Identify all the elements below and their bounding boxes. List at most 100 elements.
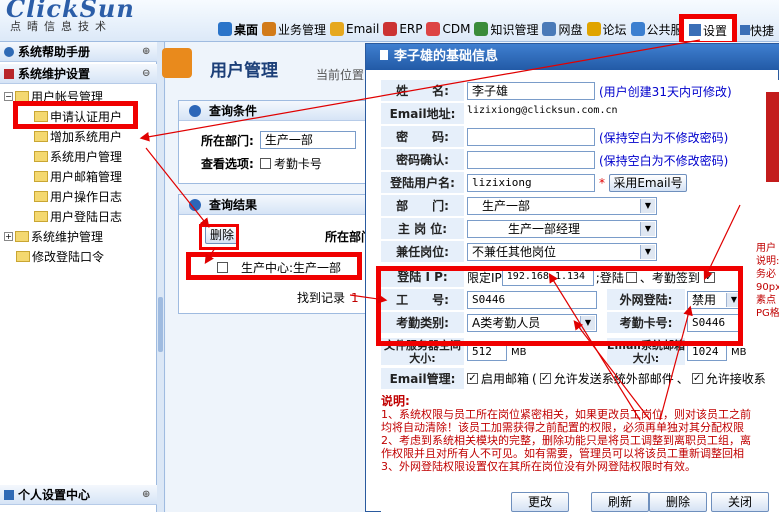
password-input[interactable] <box>467 128 595 146</box>
post-select[interactable]: 生产一部经理 <box>467 220 657 238</box>
help-manual-label: 系统帮助手册 <box>18 45 91 59</box>
ext-recv-checkbox[interactable]: ✓ <box>691 373 703 384</box>
query-panel-title: 查询条件 <box>209 104 258 118</box>
post-label: 主 岗 位: <box>381 218 464 240</box>
right-help-line: 务必 <box>756 269 776 280</box>
nav-item-7[interactable]: 论坛 <box>586 21 627 38</box>
explanation-line: 作权限并且对所有人不可见。如有需要，管理员可以将该员工重新调整回相 <box>381 447 744 460</box>
view-options-label: 查看选项: <box>201 157 254 171</box>
ext-send-label: 允许发送系统外部邮件 <box>553 372 674 386</box>
tree-change-password[interactable]: 修改登陆口令 <box>16 248 104 265</box>
tree-change-password-label: 修改登陆口令 <box>32 250 105 264</box>
found-label: 找到记录 <box>297 291 346 305</box>
title-icon <box>380 50 388 60</box>
folder-icon <box>34 191 48 202</box>
sidebar-splitter[interactable] <box>157 42 165 512</box>
modify-button[interactable]: 更改 <box>511 492 569 512</box>
nav-item-6[interactable]: 网盘 <box>542 21 583 38</box>
login-name-label: 登陆用户名: <box>381 172 464 194</box>
folder-icon <box>34 151 48 162</box>
dept-select[interactable]: 生产一部 <box>467 197 657 215</box>
system-maintain-header[interactable]: 系统维护设置 ⊖ <box>0 64 157 84</box>
query-panel-header: 查询条件 <box>179 101 377 121</box>
nav-item-1[interactable]: 业务管理 <box>262 21 326 38</box>
nav-item-label: 知识管理 <box>490 22 539 37</box>
nav-item-label: 论坛 <box>602 22 627 37</box>
email-value: lizixiong@clicksun.com.cn <box>467 105 618 116</box>
expand-icon[interactable]: ⊕ <box>142 490 152 500</box>
dept-filter-select[interactable]: 生产一部 <box>259 131 356 149</box>
right-help-line: PG格 <box>756 308 779 319</box>
dept-select-value: 生产一部 <box>482 199 531 213</box>
use-email-button[interactable]: 采用Email号 <box>609 174 687 192</box>
public-icon <box>630 22 645 36</box>
highlight-delete-button <box>199 224 239 250</box>
record-count: 找到记录 1 <box>297 289 359 306</box>
password-confirm-input[interactable] <box>467 151 595 169</box>
highlight-system-user-mgmt <box>13 101 138 129</box>
tree-collapse-icon[interactable]: − <box>4 92 13 101</box>
attcard-checkbox[interactable] <box>259 158 271 169</box>
nav-item-3[interactable]: ERP <box>383 22 422 36</box>
bullet-icon <box>189 199 201 211</box>
right-help-line: 说明: <box>756 256 779 267</box>
explanation-block: 说明: 1、系统权限与员工所在岗位紧密相关，如果更改员工岗位，则对该员工之前 均将… <box>381 395 779 487</box>
close-button[interactable]: 关闭 <box>711 492 769 512</box>
nav-item-5[interactable]: 知识管理 <box>474 21 538 38</box>
tree-item-5[interactable]: 用户登陆日志 <box>34 208 122 225</box>
personal-center-header[interactable]: 个人设置中心 ⊕ <box>0 485 157 505</box>
part-post-select[interactable]: 不兼任其他岗位 <box>467 243 657 261</box>
dept-filter-row: 所在部门: 生产一部 <box>201 131 356 149</box>
tree-item-2[interactable]: 系统用户管理 <box>34 148 122 165</box>
ext-send-checkbox[interactable]: ✓ <box>539 373 551 384</box>
highlight-dept-row <box>186 252 362 280</box>
tree-item-label: 增加系统用户 <box>50 130 123 144</box>
cdm-icon <box>426 22 441 36</box>
dept-filter-label: 所在部门: <box>201 133 254 148</box>
dialog-title-bar[interactable]: 李子雄的基础信息 <box>366 44 779 70</box>
required-star: * <box>599 176 605 190</box>
nav-item-label: 网盘 <box>558 22 583 37</box>
login-name-input[interactable]: lizixiong <box>467 174 595 192</box>
nav-item-0[interactable]: 桌面 <box>218 21 258 38</box>
explanation-title: 说明: <box>381 395 410 408</box>
nav-item-4[interactable]: CDM <box>426 22 470 36</box>
page-title: 用户管理 <box>210 61 278 81</box>
tree-sys-maintain[interactable]: + 系统维护管理 <box>4 228 103 245</box>
tree-item-3[interactable]: 用户邮箱管理 <box>34 168 122 185</box>
name-label: 姓 名: <box>381 80 464 102</box>
tree-item-label: 用户操作日志 <box>50 190 123 204</box>
nav-item-label: Email <box>346 22 380 36</box>
disk-icon <box>542 22 557 36</box>
name-input[interactable]: 李子雄 <box>467 82 595 100</box>
dept-label: 部 门: <box>381 195 464 217</box>
right-help-text: 用户 说明: 务必 90px 素点 PG格 <box>756 242 779 320</box>
found-count: 1 <box>351 290 359 305</box>
right-help-line: 用户 <box>756 243 776 254</box>
enable-mailbox-checkbox[interactable]: ✓ <box>467 373 478 384</box>
delete-user-button[interactable]: 删除 <box>649 492 707 512</box>
help-manual-header[interactable]: 系统帮助手册 ⊕ <box>0 42 157 62</box>
folder-icon <box>15 231 29 242</box>
quick-menu-item[interactable]: 快捷 <box>740 22 774 39</box>
part-post-select-value: 不兼任其他岗位 <box>472 245 557 259</box>
user-mgmt-icon <box>162 48 192 78</box>
file-server-unit: MB <box>511 346 527 358</box>
user-icon <box>262 22 277 36</box>
desktop-icon <box>218 22 232 36</box>
tree-expand-icon[interactable]: + <box>4 232 13 241</box>
nav-item-label: ERP <box>399 22 423 36</box>
ext-recv-label: 允许接收系 <box>705 372 766 386</box>
nav-item-label: CDM <box>442 22 471 36</box>
folder-icon <box>34 131 48 142</box>
email-mgmt-label: Email管理: <box>381 368 464 390</box>
nav-item-2[interactable]: Email <box>330 22 379 36</box>
refresh-button[interactable]: 刷新 <box>591 492 649 512</box>
collapse-icon[interactable]: ⊖ <box>142 69 152 79</box>
tree-item-1[interactable]: 增加系统用户 <box>34 128 122 145</box>
nav-item-label: 桌面 <box>234 22 259 37</box>
top-nav: 桌面 业务管理 Email ERP CDM 知识管理 网盘 论坛 公共服务 <box>218 18 699 40</box>
splitter-grip[interactable] <box>158 297 163 352</box>
expand-icon[interactable]: ⊕ <box>142 47 152 57</box>
tree-item-4[interactable]: 用户操作日志 <box>34 188 122 205</box>
